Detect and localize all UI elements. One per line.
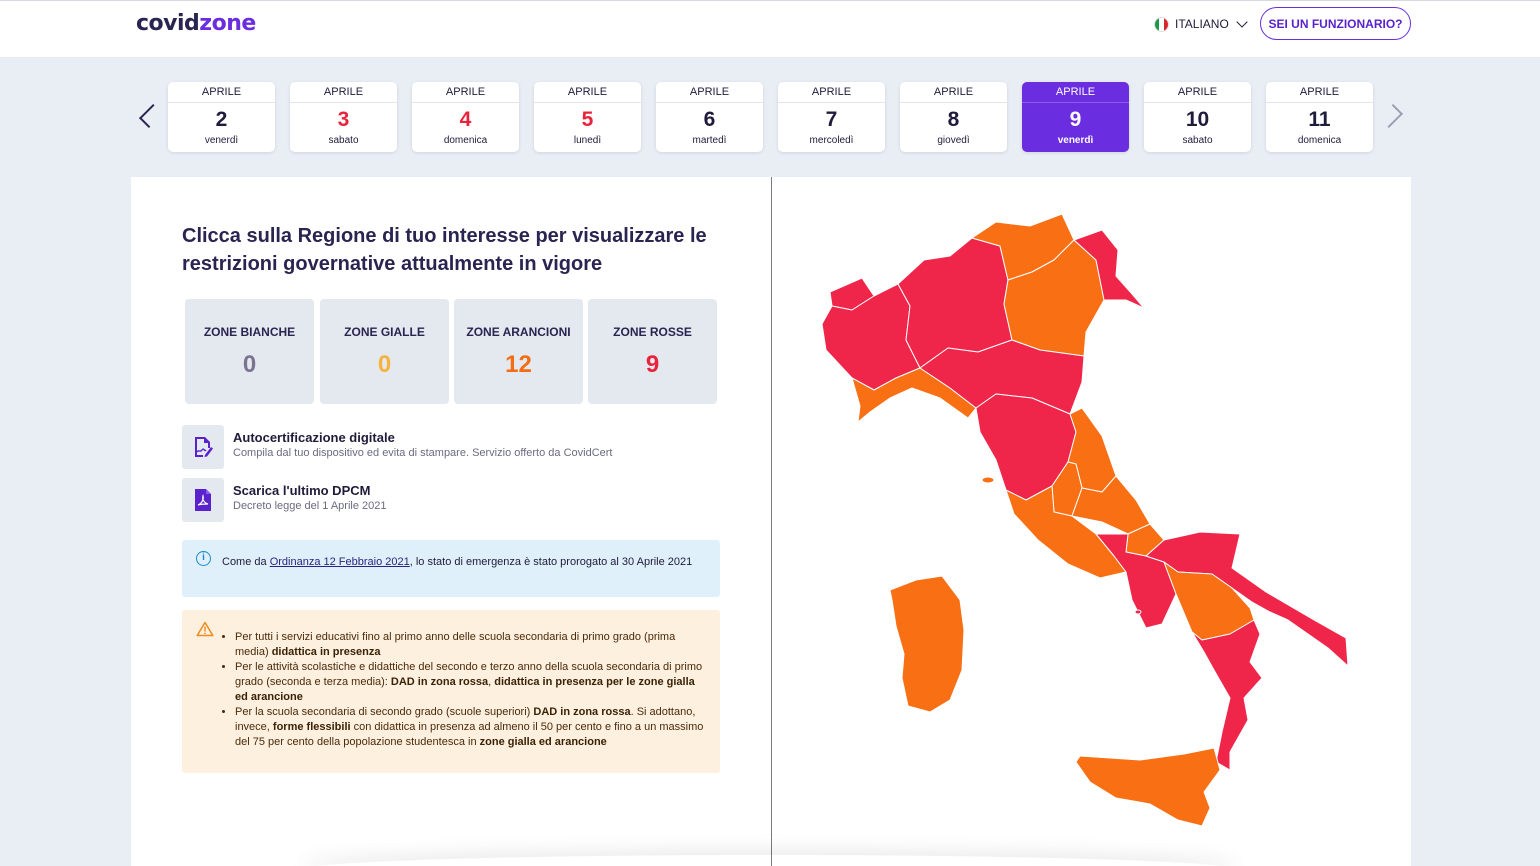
zone-stat-value: 12	[505, 351, 532, 378]
day-number: 3	[337, 108, 350, 131]
day-weekday: sabato	[328, 135, 359, 146]
warning-emphasis: DAD in zona rossa	[533, 706, 631, 718]
day-card-8[interactable]: APRILE 8 giovedì	[900, 82, 1007, 152]
pdf-file-icon	[182, 478, 224, 522]
autocert-subtitle: Compila dal tuo dispositivo ed evita di …	[233, 447, 613, 459]
day-weekday: venerdì	[204, 135, 239, 146]
zone-stat-value: 9	[645, 351, 660, 378]
official-button[interactable]: SEI UN FUNZIONARIO?	[1260, 7, 1411, 40]
info-notice: i Come da Ordinanza 12 Febbraio 2021, lo…	[182, 540, 720, 597]
dpcm-title: Scarica l'ultimo DPCM	[233, 483, 371, 498]
day-card-6[interactable]: APRILE 6 martedì	[656, 82, 763, 152]
day-month: APRILE	[412, 82, 519, 103]
day-month: APRILE	[168, 82, 275, 103]
day-card-10[interactable]: APRILE 10 sabato	[1144, 82, 1251, 152]
day-month: APRILE	[1266, 82, 1373, 103]
language-label: ITALIANO	[1175, 17, 1229, 31]
chevron-left-icon	[138, 103, 164, 129]
day-month: APRILE	[290, 82, 397, 103]
day-weekday: sabato	[1182, 135, 1213, 146]
dpcm-subtitle: Decreto legge del 1 Aprile 2021	[233, 500, 387, 512]
zone-stat-label: ZONE ARANCIONI	[466, 325, 571, 339]
warning-icon	[196, 621, 214, 637]
day-number: 5	[581, 108, 594, 131]
next-days-button[interactable]	[1378, 98, 1408, 134]
day-weekday: mercoledì	[809, 135, 854, 146]
warning-emphasis: zone gialla ed arancione	[479, 736, 607, 748]
warning-list: Per tutti i servizi educativi fino al pr…	[235, 630, 707, 750]
region-sicilia[interactable]	[1075, 747, 1221, 827]
warning-emphasis: forme flessibili	[272, 721, 351, 733]
italy-flag-icon	[1154, 16, 1169, 32]
day-month: APRILE	[534, 82, 641, 103]
column-divider	[771, 177, 772, 866]
warning-text: Per la scuola secondaria di secondo grad…	[235, 706, 534, 718]
language-selector[interactable]: ITALIANO	[1154, 15, 1248, 33]
day-month: APRILE	[656, 82, 763, 103]
day-number: 4	[459, 108, 472, 131]
day-weekday: domenica	[1297, 135, 1342, 146]
day-number: 2	[215, 108, 228, 131]
warning-item: Per le attività scolastiche e didattiche…	[235, 660, 707, 705]
warning-item: Per tutti i servizi educativi fino al pr…	[235, 630, 707, 660]
info-prefix: Come da	[222, 556, 270, 568]
day-card-7[interactable]: APRILE 7 mercoledì	[778, 82, 885, 152]
ordinance-link[interactable]: Ordinanza 12 Febbraio 2021	[270, 556, 410, 568]
day-month: APRILE	[1022, 82, 1129, 103]
logo-part-2: zone	[199, 11, 256, 36]
day-weekday: martedì	[692, 135, 727, 146]
autocert-link[interactable]: Autocertificazione digitale Compila dal …	[182, 425, 722, 469]
day-number: 8	[947, 108, 960, 131]
warning-emphasis: DAD in zona rossa	[390, 676, 489, 688]
island-elba	[981, 476, 995, 484]
zone-stat-zone-gialle: ZONE GIALLE 0	[320, 299, 449, 404]
region-sardegna[interactable]	[889, 575, 965, 713]
autocert-title: Autocertificazione digitale	[233, 430, 395, 445]
prev-days-button[interactable]	[134, 98, 164, 134]
day-card-5[interactable]: APRILE 5 lunedì	[534, 82, 641, 152]
zone-stat-label: ZONE BIANCHE	[203, 325, 296, 339]
zone-stat-value: 0	[377, 351, 392, 378]
day-number: 11	[1308, 108, 1331, 131]
zone-stat-zone-bianche: ZONE BIANCHE 0	[185, 299, 314, 404]
day-card-2[interactable]: APRILE 2 venerdì	[168, 82, 275, 152]
warning-emphasis: didattica in presenza	[271, 646, 381, 658]
chevron-right-icon	[1378, 103, 1404, 129]
top-header: covidzone ITALIANO SEI UN FUNZIONARIO?	[0, 0, 1540, 57]
day-number: 6	[703, 108, 716, 131]
warning-item: Per la scuola secondaria di secondo grad…	[235, 705, 707, 750]
zone-stat-zone-rosse: ZONE ROSSE 9	[588, 299, 717, 404]
day-card-9[interactable]: APRILE 9 venerdì	[1022, 82, 1129, 152]
zone-stat-value: 0	[242, 351, 257, 378]
signature-document-icon	[182, 425, 224, 469]
day-number: 9	[1069, 108, 1082, 131]
info-suffix: , lo stato di emergenza è stato prorogat…	[409, 556, 693, 568]
day-weekday: venerdì	[1057, 135, 1094, 146]
zone-stat-label: ZONE GIALLE	[344, 325, 425, 339]
day-weekday: lunedì	[573, 135, 602, 146]
island-capri	[1134, 609, 1142, 615]
zone-stat-zone-arancioni: ZONE ARANCIONI 12	[454, 299, 583, 404]
zone-stat-label: ZONE ROSSE	[613, 325, 692, 339]
day-month: APRILE	[1144, 82, 1251, 103]
info-text: Come da Ordinanza 12 Febbraio 2021, lo s…	[222, 555, 702, 570]
day-month: APRILE	[778, 82, 885, 103]
day-number: 7	[825, 108, 838, 131]
italy-regions-map	[821, 213, 1349, 827]
logo-part-1: covid	[136, 11, 200, 36]
chevron-down-icon	[1236, 16, 1248, 28]
logo[interactable]: covidzone	[136, 11, 256, 36]
day-month: APRILE	[900, 82, 1007, 103]
day-weekday: domenica	[443, 135, 488, 146]
day-card-11[interactable]: APRILE 11 domenica	[1266, 82, 1373, 152]
page-title: Clicca sulla Regione di tuo interesse pe…	[182, 225, 707, 275]
day-number: 10	[1185, 108, 1210, 131]
day-card-4[interactable]: APRILE 4 domenica	[412, 82, 519, 152]
info-icon: i	[196, 551, 211, 566]
region-calabria[interactable]	[1191, 619, 1263, 771]
school-warning: Per tutti i servizi educativi fino al pr…	[182, 610, 720, 773]
day-card-3[interactable]: APRILE 3 sabato	[290, 82, 397, 152]
dpcm-link[interactable]: Scarica l'ultimo DPCM Decreto legge del …	[182, 478, 722, 522]
day-weekday: giovedì	[937, 135, 970, 146]
